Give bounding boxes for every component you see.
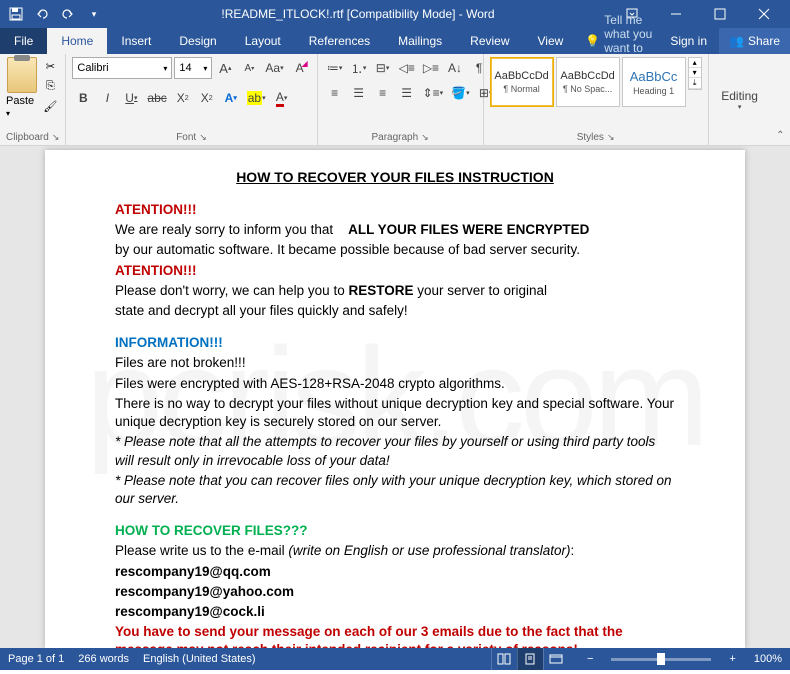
shading-icon[interactable]: 🪣▾ — [448, 82, 472, 104]
underline-button[interactable]: U ▾ — [120, 87, 142, 109]
font-name-select[interactable]: Calibri▾ — [72, 57, 172, 79]
tab-design[interactable]: Design — [165, 28, 230, 54]
close-icon[interactable] — [742, 0, 786, 28]
highlight-icon[interactable]: ab▾ — [244, 87, 269, 109]
qat-more-icon[interactable]: ▾ — [82, 2, 106, 26]
minimize-icon[interactable] — [654, 0, 698, 28]
line-spacing-icon[interactable]: ⇕≡▾ — [420, 82, 447, 104]
tab-view[interactable]: View — [524, 28, 578, 54]
paragraph-launcher-icon[interactable]: ↘ — [421, 132, 429, 143]
align-left-icon[interactable]: ≡ — [324, 82, 346, 104]
print-layout-icon[interactable] — [517, 648, 543, 670]
document-area[interactable]: pcrisk.com HOW TO RECOVER YOUR FILES INS… — [0, 146, 790, 648]
zoom-slider[interactable] — [611, 658, 711, 661]
clipboard-label: Clipboard — [6, 132, 49, 143]
undo-icon[interactable] — [30, 2, 54, 26]
font-color-icon[interactable]: A▾ — [271, 87, 293, 109]
align-right-icon[interactable]: ≡ — [372, 82, 394, 104]
share-icon: 👥 — [729, 34, 744, 48]
tab-insert[interactable]: Insert — [107, 28, 165, 54]
tab-references[interactable]: References — [295, 28, 384, 54]
strikethrough-button[interactable]: abc — [144, 87, 169, 109]
clipboard-launcher-icon[interactable]: ↘ — [52, 132, 60, 143]
read-mode-icon[interactable] — [491, 648, 517, 670]
maximize-icon[interactable] — [698, 0, 742, 28]
cut-icon[interactable]: ✂ — [41, 57, 59, 75]
sort-icon[interactable]: A↓ — [444, 57, 466, 79]
tab-layout[interactable]: Layout — [231, 28, 295, 54]
italic-button[interactable]: I — [96, 87, 118, 109]
format-painter-icon[interactable]: 🖌 — [41, 97, 59, 115]
share-button[interactable]: 👥Share — [719, 28, 790, 54]
status-words[interactable]: 266 words — [78, 653, 129, 665]
style-normal[interactable]: AaBbCcDd¶ Normal — [490, 57, 554, 107]
styles-scroll[interactable]: ▴▾⤓ — [688, 57, 702, 90]
status-page[interactable]: Page 1 of 1 — [8, 653, 64, 665]
font-label: Font — [176, 132, 196, 143]
style-heading1[interactable]: AaBbCcHeading 1 — [622, 57, 686, 107]
web-layout-icon[interactable] — [543, 648, 569, 670]
increase-indent-icon[interactable]: ▷≡ — [420, 57, 442, 79]
page[interactable]: HOW TO RECOVER YOUR FILES INSTRUCTION AT… — [45, 150, 745, 648]
tab-file[interactable]: File — [0, 28, 47, 54]
paste-button[interactable]: Paste ▾ — [6, 95, 37, 119]
zoom-out-icon[interactable]: − — [583, 653, 597, 665]
bullets-icon[interactable]: ≔▾ — [324, 57, 346, 79]
zoom-in-icon[interactable]: + — [725, 653, 739, 665]
change-case-icon[interactable]: Aa▾ — [262, 57, 286, 79]
clear-formatting-icon[interactable]: A◢ — [289, 57, 311, 79]
paragraph-label: Paragraph — [371, 132, 418, 143]
bold-button[interactable]: B — [72, 87, 94, 109]
tab-home[interactable]: Home — [47, 28, 107, 54]
copy-icon[interactable]: ⎘ — [41, 77, 59, 95]
tab-review[interactable]: Review — [456, 28, 523, 54]
lightbulb-icon: 💡 — [585, 34, 600, 48]
tab-mailings[interactable]: Mailings — [384, 28, 456, 54]
tell-me-search[interactable]: 💡Tell me what you want to do... — [577, 28, 658, 54]
decrease-indent-icon[interactable]: ◁≡ — [396, 57, 418, 79]
multilevel-icon[interactable]: ⊟▾ — [372, 57, 394, 79]
doc-heading: HOW TO RECOVER YOUR FILES INSTRUCTION — [115, 168, 675, 187]
subscript-button[interactable]: X2 — [172, 87, 194, 109]
signin-button[interactable]: Sign in — [658, 28, 719, 54]
justify-icon[interactable]: ☰ — [396, 82, 418, 104]
text-effects-icon[interactable]: A▾ — [220, 87, 242, 109]
save-icon[interactable] — [4, 2, 28, 26]
zoom-level[interactable]: 100% — [754, 653, 782, 665]
grow-font-icon[interactable]: A▴ — [214, 57, 236, 79]
font-size-select[interactable]: 14▾ — [174, 57, 212, 79]
shrink-font-icon[interactable]: A▾ — [238, 57, 260, 79]
align-center-icon[interactable]: ☰ — [348, 82, 370, 104]
status-language[interactable]: English (United States) — [143, 653, 256, 665]
superscript-button[interactable]: X2 — [196, 87, 218, 109]
style-nospacing[interactable]: AaBbCcDd¶ No Spac... — [556, 57, 620, 107]
styles-launcher-icon[interactable]: ↘ — [607, 132, 615, 143]
window-title: !README_ITLOCK!.rtf [Compatibility Mode]… — [106, 7, 610, 21]
editing-menu[interactable]: Editing▾ — [718, 88, 761, 112]
paste-icon[interactable] — [7, 57, 37, 93]
numbering-icon[interactable]: ⒈▾ — [348, 57, 370, 79]
redo-icon[interactable] — [56, 2, 80, 26]
styles-label: Styles — [577, 132, 604, 143]
font-launcher-icon[interactable]: ↘ — [199, 132, 207, 143]
collapse-ribbon-icon[interactable]: ⌃ — [776, 130, 784, 141]
